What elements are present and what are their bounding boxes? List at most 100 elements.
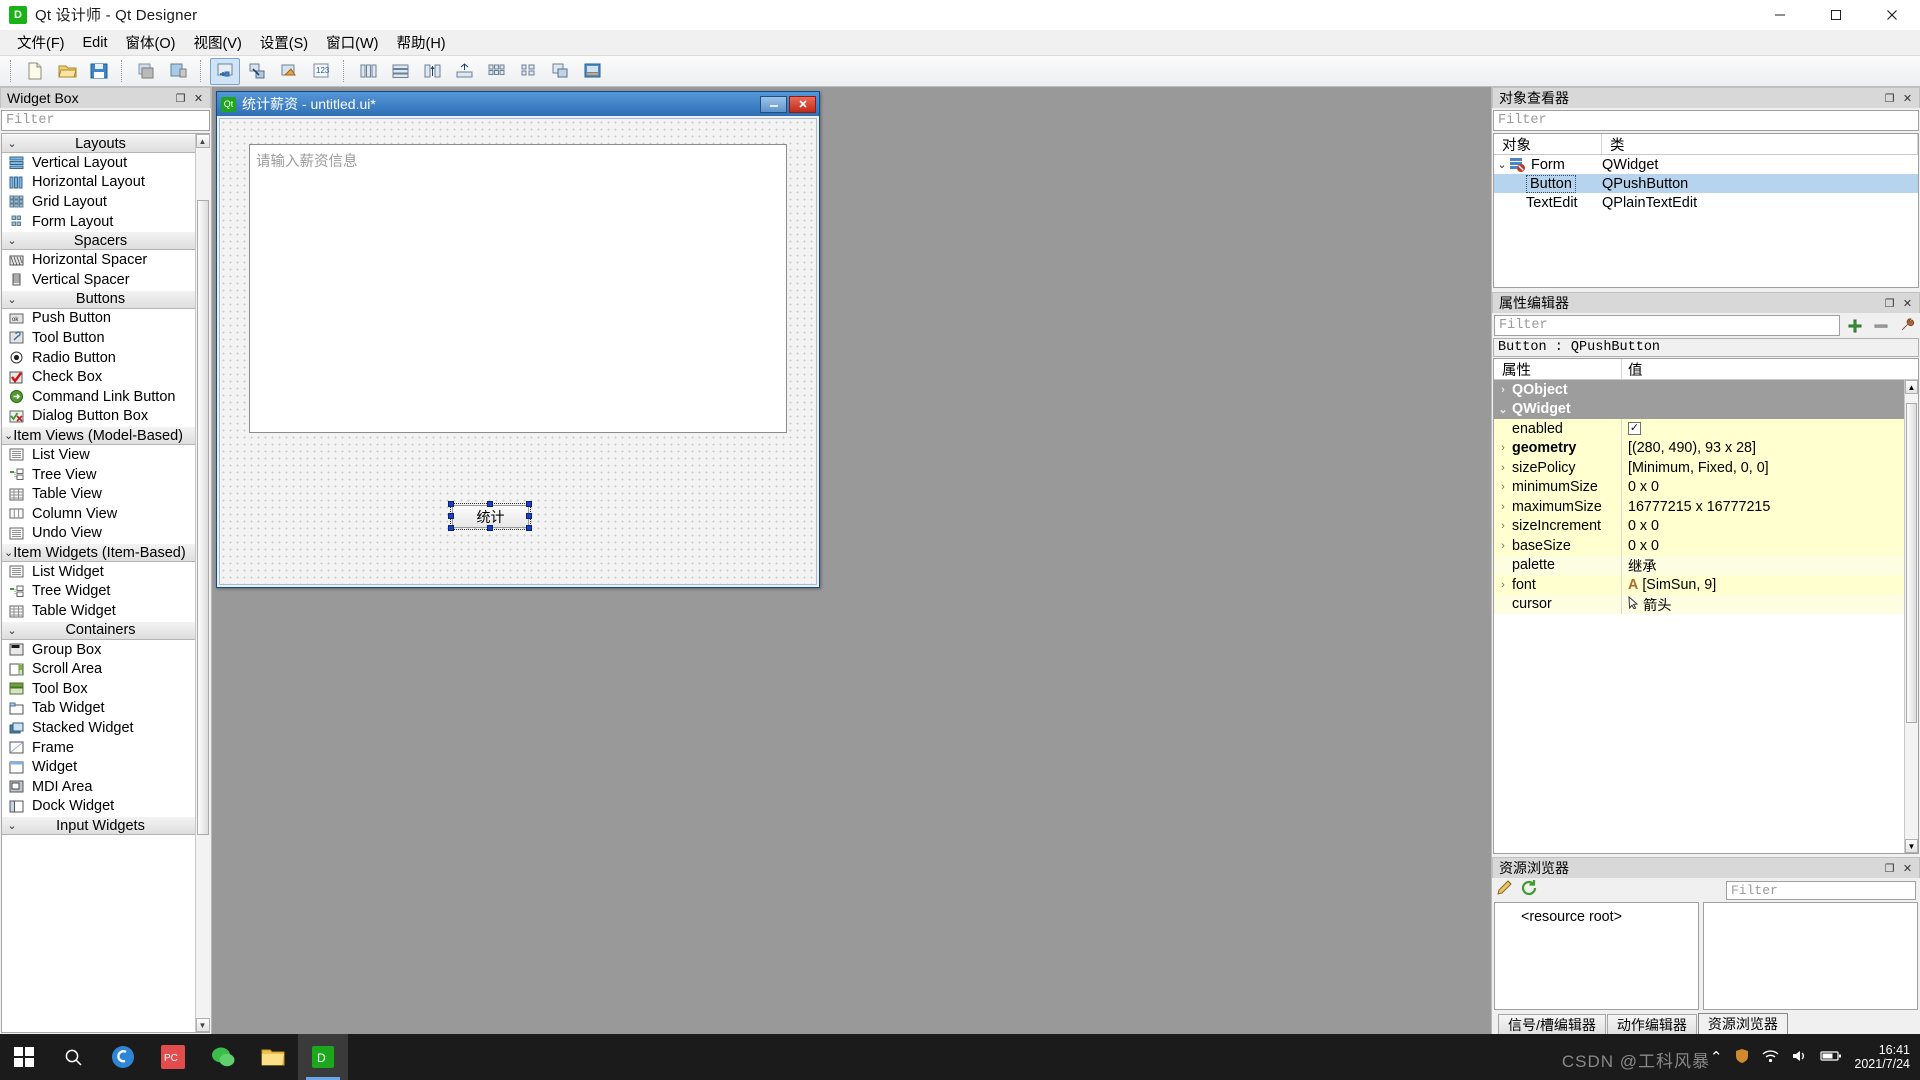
layout-splitter-horizontal-button[interactable] <box>417 58 447 85</box>
chevron-right-icon[interactable]: › <box>1494 442 1512 454</box>
property-value[interactable]: 0 x 0 <box>1622 478 1904 498</box>
scroll-up-icon[interactable]: ▲ <box>195 134 210 148</box>
menu-edit[interactable]: Edit <box>74 32 117 54</box>
property-value[interactable]: 0 x 0 <box>1622 517 1904 537</box>
resource-tree[interactable]: <resource root> <box>1494 902 1699 1010</box>
property-table-scrollbar[interactable]: ▲ ▼ <box>1904 380 1918 853</box>
resource-browser-close-button[interactable]: ✕ <box>1900 861 1915 876</box>
widget-group-spacers[interactable]: ⌄ Spacers <box>2 231 195 251</box>
form-close-button[interactable] <box>789 95 816 113</box>
property-value[interactable]: 继承 <box>1622 556 1904 576</box>
property-row-cursor[interactable]: cursor 箭头 <box>1494 594 1904 615</box>
new-form-button[interactable] <box>20 58 50 85</box>
resize-handle-nw[interactable] <box>448 501 454 507</box>
resource-filter-input[interactable]: Filter <box>1726 880 1916 900</box>
taskbar-app-file-explorer[interactable] <box>248 1034 298 1080</box>
property-value[interactable]: [SimSun, 9] <box>1642 577 1716 593</box>
battery-icon[interactable] <box>1820 1049 1842 1066</box>
widget-item-check-box[interactable]: Check Box <box>2 367 195 387</box>
widget-item-dock-widget[interactable]: Dock Widget <box>2 797 195 817</box>
property-row-font[interactable]: › font A [SimSun, 9] <box>1494 575 1904 595</box>
widget-item-horizontal-layout[interactable]: Horizontal Layout <box>2 173 195 193</box>
widget-box-float-button[interactable]: ❐ <box>173 91 188 106</box>
property-editor-close-button[interactable]: ✕ <box>1900 296 1915 311</box>
widget-group-item-widgets[interactable]: ⌄ Item Widgets (Item-Based) <box>2 543 195 563</box>
chevron-right-icon[interactable]: › <box>1494 462 1512 474</box>
widget-item-frame[interactable]: Frame <box>2 738 195 758</box>
taskbar-app-wechat[interactable] <box>198 1034 248 1080</box>
scrollbar-thumb[interactable] <box>1906 402 1917 724</box>
resize-handle-sw[interactable] <box>448 525 454 531</box>
scrollbar-track[interactable] <box>195 148 210 1018</box>
object-inspector-close-button[interactable]: ✕ <box>1900 91 1915 106</box>
taskbar-app-qt-designer[interactable]: D <box>298 1034 348 1080</box>
widget-item-scroll-area[interactable]: Scroll Area <box>2 659 195 679</box>
toolbar-handle[interactable] <box>10 60 13 82</box>
property-table[interactable]: 属性 值 › QObject ⌄ QWidget enabled ✓ › geo… <box>1493 358 1919 854</box>
property-value[interactable]: 0 x 0 <box>1622 536 1904 556</box>
tree-row-textedit[interactable]: TextEdit QPlainTextEdit <box>1494 193 1918 212</box>
scroll-down-icon[interactable]: ▼ <box>1905 839 1918 853</box>
adjust-size-button[interactable] <box>577 58 607 85</box>
add-property-button[interactable] <box>1844 315 1866 336</box>
menu-settings[interactable]: 设置(S) <box>251 29 317 56</box>
widget-item-tool-button[interactable]: Tool Button <box>2 328 195 348</box>
property-value[interactable]: [(280, 490), 93 x 28] <box>1622 439 1904 459</box>
widget-item-push-button[interactable]: ok Push Button <box>2 309 195 329</box>
resize-handle-s[interactable] <box>487 525 493 531</box>
property-filter-input[interactable]: Filter <box>1494 315 1840 336</box>
widget-item-tree-view[interactable]: Tree View <box>2 465 195 485</box>
taskbar-app-pycharm[interactable]: PC <box>148 1034 198 1080</box>
property-row-sizepolicy[interactable]: › sizePolicy [Minimum, Fixed, 0, 0] <box>1494 458 1904 478</box>
menu-help[interactable]: 帮助(H) <box>387 29 454 56</box>
property-value[interactable]: 箭头 <box>1643 595 1672 615</box>
redo-button[interactable] <box>163 58 193 85</box>
chevron-right-icon[interactable]: › <box>1494 520 1512 532</box>
property-group-qwidget[interactable]: ⌄ QWidget <box>1494 399 1904 419</box>
save-form-button[interactable] <box>84 58 114 85</box>
form-window-titlebar[interactable]: Qt 统计薪资 - untitled.ui* <box>217 92 819 116</box>
chevron-down-icon[interactable]: ⌄ <box>1494 403 1512 416</box>
menu-view[interactable]: 视图(V) <box>184 29 250 56</box>
property-row-enabled[interactable]: enabled ✓ <box>1494 419 1904 439</box>
edit-tab-order-button[interactable]: 123 <box>306 58 336 85</box>
widget-item-group-box[interactable]: Group Box <box>2 640 195 660</box>
shield-icon[interactable] <box>1734 1048 1750 1067</box>
form-canvas[interactable]: 请输入薪资信息 统计 <box>219 118 817 585</box>
taskbar-app-sogou[interactable] <box>98 1034 148 1080</box>
widget-item-form-layout[interactable]: Form Layout <box>2 212 195 232</box>
scroll-up-icon[interactable]: ▲ <box>1905 380 1918 394</box>
widget-item-undo-view[interactable]: Undo View <box>2 524 195 544</box>
widget-item-tree-widget[interactable]: Tree Widget <box>2 582 195 602</box>
property-row-sizeincrement[interactable]: › sizeIncrement 0 x 0 <box>1494 516 1904 537</box>
object-tree[interactable]: 对象 类 ⌄ Form QWidget Button QPushButton T… <box>1493 133 1919 288</box>
widget-box-scrollbar[interactable]: ▲ ▼ <box>195 134 210 1032</box>
maximize-button[interactable] <box>1808 0 1864 29</box>
resource-root-item[interactable]: <resource root> <box>1495 909 1698 925</box>
tree-row-form[interactable]: ⌄ Form QWidget <box>1494 155 1918 174</box>
widget-group-buttons[interactable]: ⌄ Buttons <box>2 289 195 309</box>
column-header-object[interactable]: 对象 <box>1494 134 1602 154</box>
resize-handle-w[interactable] <box>448 513 454 519</box>
widget-item-column-view[interactable]: Column View <box>2 504 195 524</box>
widget-item-stacked-widget[interactable]: Stacked Widget <box>2 718 195 738</box>
scroll-down-icon[interactable]: ▼ <box>195 1018 210 1032</box>
network-icon[interactable] <box>1762 1048 1779 1067</box>
menu-file[interactable]: 文件(F) <box>8 29 74 56</box>
column-header-class[interactable]: 类 <box>1602 134 1918 154</box>
resize-handle-ne[interactable] <box>526 501 532 507</box>
widget-item-list-view[interactable]: List View <box>2 445 195 465</box>
widget-item-table-view[interactable]: Table View <box>2 484 195 504</box>
plain-text-edit[interactable]: 请输入薪资信息 <box>249 144 787 433</box>
scrollbar-thumb[interactable] <box>196 200 209 836</box>
minimize-button[interactable] <box>1752 0 1808 29</box>
resize-handle-se[interactable] <box>526 525 532 531</box>
widget-box-filter-input[interactable]: Filter <box>1 110 210 131</box>
widget-item-list-widget[interactable]: List Widget <box>2 562 195 582</box>
column-header-property[interactable]: 属性 <box>1494 359 1622 379</box>
start-button[interactable] <box>0 1034 48 1080</box>
chevron-down-icon[interactable]: ⌄ <box>1494 158 1510 171</box>
resource-preview[interactable] <box>1703 902 1918 1010</box>
widget-item-command-link-button[interactable]: Command Link Button <box>2 387 195 407</box>
enabled-checkbox[interactable]: ✓ <box>1628 422 1641 436</box>
